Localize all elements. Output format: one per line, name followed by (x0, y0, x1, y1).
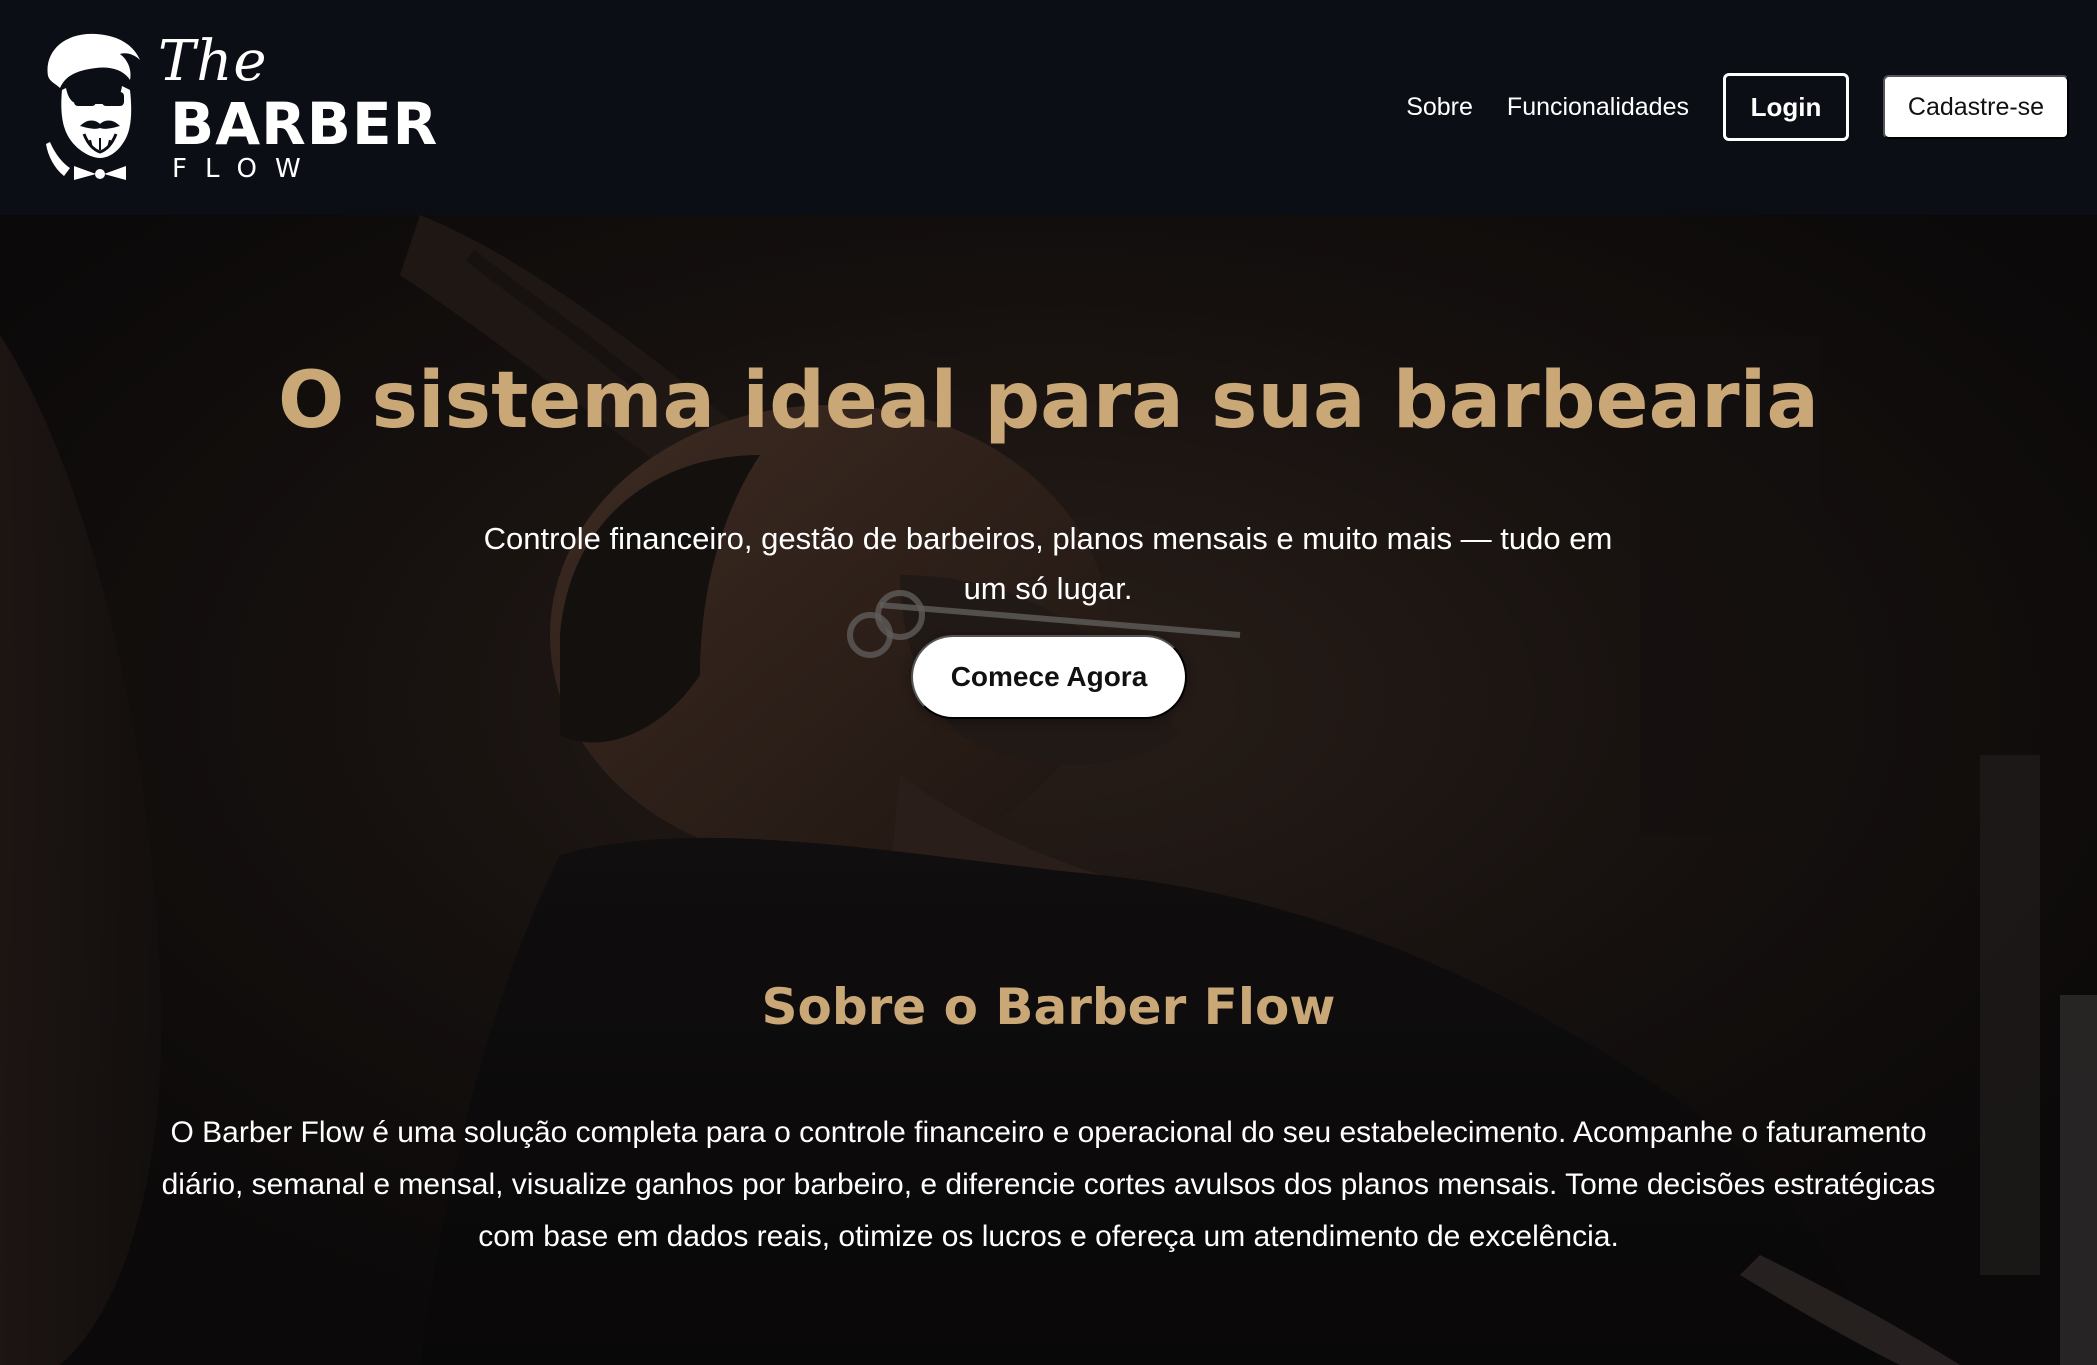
login-button[interactable]: Login (1723, 73, 1849, 141)
hero-content: O sistema ideal para sua barbearia Contr… (0, 215, 2097, 1365)
signup-button[interactable]: Cadastre-se (1883, 75, 2069, 139)
bearded-man-logo-icon (46, 33, 140, 180)
hero-subtitle: Controle financeiro, gestão de barbeiros… (483, 521, 1613, 606)
brand-flow: FLOW (172, 154, 319, 184)
nav-link-sobre[interactable]: Sobre (1406, 93, 1473, 122)
site-header: The BARBER FLOW Sobre Funcionalidades Lo… (0, 0, 2097, 215)
brand-the: The (158, 29, 268, 94)
brand-logo[interactable]: The BARBER FLOW (40, 29, 460, 184)
main-nav: Sobre Funcionalidades Login Cadastre-se (1406, 72, 2069, 142)
brand-barber: BARBER (170, 90, 439, 158)
hero-title: O sistema ideal para sua barbearia (278, 356, 1819, 446)
about-title: Sobre o Barber Flow (761, 978, 1336, 1036)
nav-link-funcionalidades[interactable]: Funcionalidades (1507, 93, 1689, 122)
start-now-button[interactable]: Comece Agora (911, 635, 1187, 719)
hero-section: O sistema ideal para sua barbearia Contr… (0, 215, 2097, 1365)
about-text: O Barber Flow é uma solução completa par… (161, 1116, 1936, 1253)
